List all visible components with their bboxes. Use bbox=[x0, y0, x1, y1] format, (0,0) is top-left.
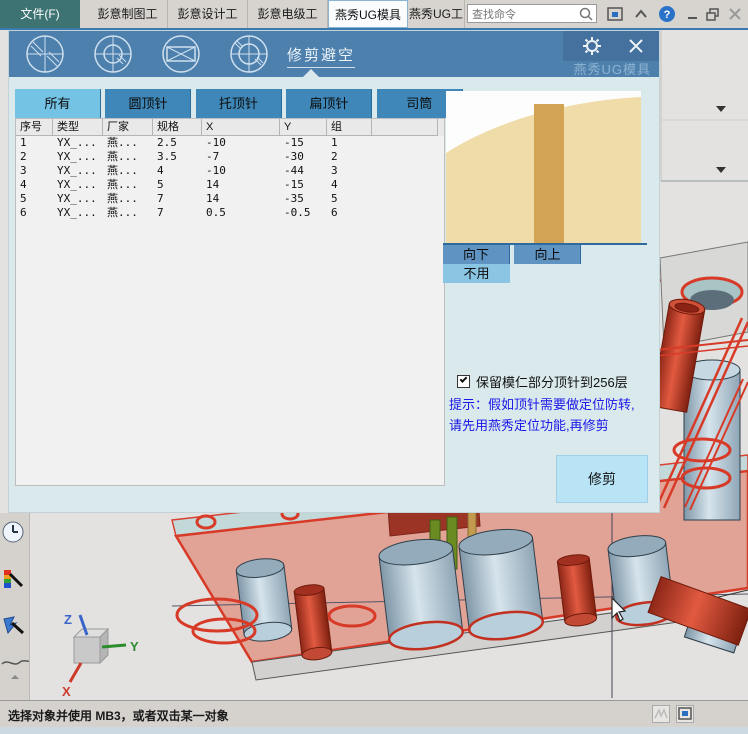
keep-pins-option: 保留模仁部分顶针到256层 bbox=[457, 372, 628, 391]
search-input[interactable] bbox=[468, 6, 574, 24]
keep-pins-label: 保留模仁部分顶针到256层 bbox=[476, 375, 628, 390]
toolbar-expand-icon[interactable] bbox=[0, 672, 30, 682]
pin-bar-shape bbox=[534, 104, 564, 243]
table-row[interactable]: 1 YX_... 燕... 2.5 -10 -15 1 bbox=[16, 136, 444, 150]
pin-type-tabs: 所有 圆顶针 托顶针 扁顶针 司筒 bbox=[15, 89, 463, 118]
table-row[interactable]: 3 YX_... 燕... 4 -10 -44 3 bbox=[16, 164, 444, 178]
dialog-header: 修剪避空 燕秀UG模具 bbox=[9, 31, 659, 77]
left-toolbar bbox=[0, 513, 30, 700]
col-index: 序号 bbox=[16, 119, 53, 136]
col-extra bbox=[372, 119, 438, 136]
menu-file[interactable]: 文件(F) bbox=[0, 0, 80, 28]
trim-direction-buttons: 向下 向上 不用 bbox=[443, 243, 647, 283]
panel-dropdown-icon[interactable] bbox=[716, 106, 726, 112]
window-bottom-edge bbox=[0, 727, 748, 734]
tab-flat-pin[interactable]: 扁顶针 bbox=[286, 89, 373, 118]
col-spec: 规格 bbox=[153, 119, 202, 136]
flat-pin-icon[interactable] bbox=[155, 33, 207, 75]
trim-button[interactable]: 修剪 bbox=[556, 455, 648, 503]
hint-line-1: 提示：假如顶针需要做定位防转, bbox=[449, 397, 635, 412]
close-dialog-icon[interactable] bbox=[627, 37, 645, 55]
collapse-ribbon-icon[interactable] bbox=[632, 5, 650, 23]
trim-none-button[interactable]: 不用 bbox=[443, 264, 510, 283]
triad-z-label: Z bbox=[64, 612, 72, 627]
dialog-controls bbox=[563, 31, 659, 61]
ribbon-tab-pengyi-drafting[interactable]: 彭意制图工 bbox=[88, 0, 168, 28]
col-vendor: 厂家 bbox=[103, 119, 153, 136]
ribbon-tab-yanxiu-tools[interactable]: 燕秀UG工具 bbox=[408, 0, 465, 28]
ribbon-tab-yanxiu-mold[interactable]: 燕秀UG模具 bbox=[328, 0, 408, 28]
table-row[interactable]: 5 YX_... 燕... 7 14 -35 5 bbox=[16, 192, 444, 206]
watermark-toggle-icon[interactable] bbox=[652, 705, 670, 723]
command-search[interactable] bbox=[467, 4, 597, 24]
col-group: 组 bbox=[327, 119, 372, 136]
keep-pins-checkbox[interactable] bbox=[457, 375, 470, 388]
close-window-icon[interactable] bbox=[726, 5, 744, 23]
right-panel-dividers bbox=[660, 30, 748, 182]
hint-text: 提示：假如顶针需要做定位防转, 请先用燕秀定位功能,再修剪 bbox=[449, 394, 661, 436]
spline-icon[interactable] bbox=[0, 656, 30, 668]
trim-avoidance-dialog: 修剪避空 燕秀UG模具 所有 圆顶针 托顶针 扁顶针 司筒 序号 类型 厂家 规… bbox=[8, 30, 660, 513]
pin-table: 序号 类型 厂家 规格 X Y 组 1 YX_... 燕... 2.5 -10 -15 1 2 YX_..… bbox=[15, 118, 445, 486]
col-type: 类型 bbox=[53, 119, 103, 136]
status-message: 选择对象并使用 MB3，或者双击某一对象 bbox=[8, 709, 229, 723]
trim-up-button[interactable]: 向上 bbox=[514, 245, 582, 264]
table-row[interactable]: 6 YX_... 燕... 7 0.5 -0.5 6 bbox=[16, 206, 444, 220]
col-y: Y bbox=[280, 119, 327, 136]
help-icon[interactable]: ? bbox=[658, 5, 676, 23]
panel-dropdown-icon[interactable] bbox=[716, 167, 726, 173]
dialog-notch bbox=[303, 69, 319, 77]
col-x: X bbox=[202, 119, 280, 136]
ribbon-tab-pengyi-electrode[interactable]: 彭意电级工 bbox=[248, 0, 328, 28]
orientation-triad: Z Y X bbox=[62, 612, 139, 699]
window-fit-icon[interactable] bbox=[676, 705, 694, 723]
restore-icon[interactable] bbox=[704, 5, 722, 23]
minimize-icon[interactable] bbox=[684, 5, 702, 23]
plugin-watermark: 燕秀UG模具 bbox=[573, 62, 651, 77]
tab-round-pin[interactable]: 圆顶针 bbox=[105, 89, 192, 118]
trim-preview bbox=[446, 91, 641, 243]
svg-text:?: ? bbox=[664, 9, 671, 21]
trim-down-button[interactable]: 向下 bbox=[443, 245, 510, 264]
round-pin-icon[interactable] bbox=[19, 33, 71, 75]
dialog-title: 修剪避空 bbox=[287, 44, 356, 68]
table-row[interactable]: 2 YX_... 燕... 3.5 -7 -30 2 bbox=[16, 150, 444, 164]
ribbon-tab-pengyi-design[interactable]: 彭意设计工 bbox=[168, 0, 248, 28]
table-row[interactable]: 4 YX_... 燕... 5 14 -15 4 bbox=[16, 178, 444, 192]
hint-line-2: 请先用燕秀定位功能,再修剪 bbox=[449, 418, 609, 433]
clock-icon[interactable] bbox=[0, 519, 26, 545]
settings-gear-icon[interactable] bbox=[581, 35, 603, 57]
titlebar: 文件(F) 彭意制图工 彭意设计工 彭意电级工 燕秀UG模具 燕秀UG工具 ? bbox=[0, 0, 748, 28]
color-wand-icon[interactable] bbox=[0, 566, 26, 592]
checkmark-icon bbox=[459, 375, 468, 383]
status-bar: 选择对象并使用 MB3，或者双击某一对象 bbox=[0, 700, 748, 727]
fullscreen-icon[interactable] bbox=[606, 5, 624, 23]
feature-wand-icon[interactable] bbox=[0, 613, 26, 639]
triad-x-label: X bbox=[62, 684, 71, 699]
tab-shoulder-pin[interactable]: 托顶针 bbox=[195, 89, 282, 118]
triad-y-label: Y bbox=[130, 639, 139, 654]
tab-all[interactable]: 所有 bbox=[15, 89, 101, 118]
search-icon bbox=[579, 7, 593, 21]
table-header-row: 序号 类型 厂家 规格 X Y 组 bbox=[16, 119, 444, 136]
sleeve-pin-icon[interactable] bbox=[223, 33, 275, 75]
shoulder-pin-icon[interactable] bbox=[87, 33, 139, 75]
